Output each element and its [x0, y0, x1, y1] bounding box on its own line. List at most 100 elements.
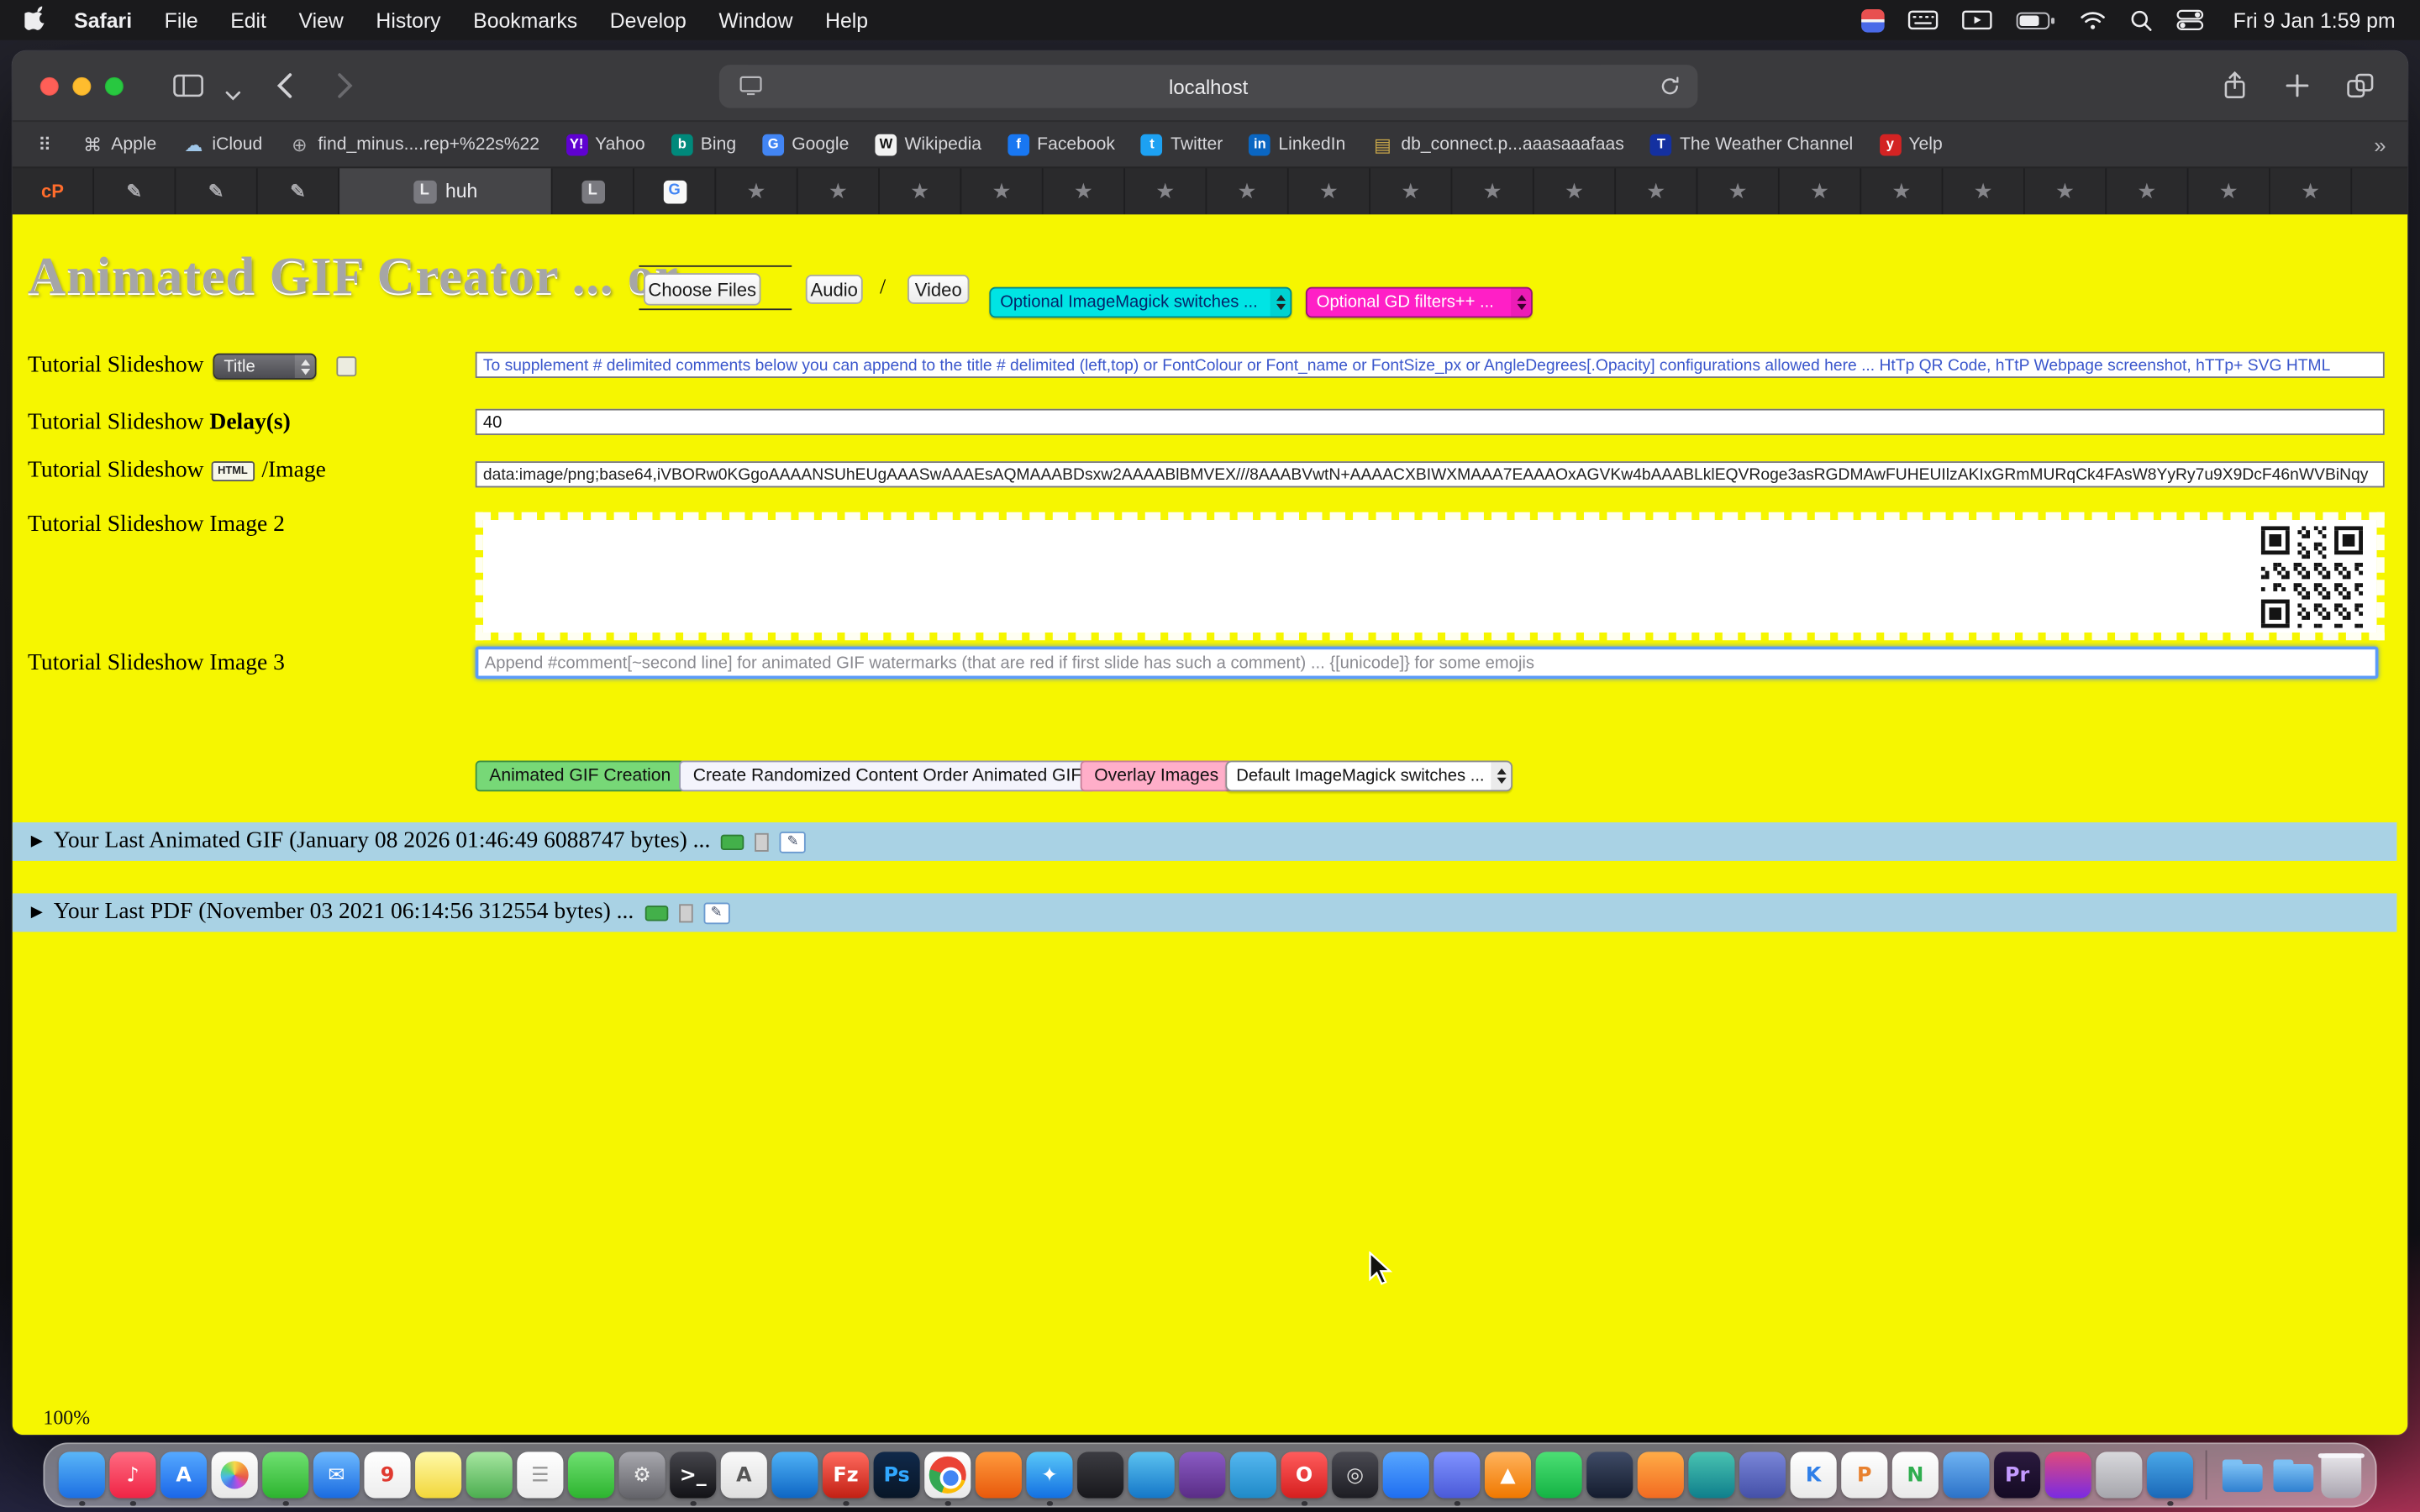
dock-obs[interactable]: ◎ [1332, 1452, 1378, 1498]
tab[interactable]: cP [13, 168, 94, 214]
tab[interactable]: ✎ [94, 168, 176, 214]
disclosure-triangle-icon[interactable]: ▶ [31, 833, 43, 850]
dock-reminders[interactable]: ☰ [517, 1452, 563, 1498]
file-icon[interactable] [679, 903, 693, 921]
tab[interactable]: ★ [1534, 168, 1616, 214]
tab[interactable]: ★ [1125, 168, 1207, 214]
dock-calendar[interactable]: 9 [364, 1452, 410, 1498]
favorite-linkedin[interactable]: inLinkedIn [1249, 134, 1346, 155]
dock-music[interactable]: ♪ [109, 1452, 155, 1498]
tab[interactable]: ★ [1697, 168, 1779, 214]
favorite-apple[interactable]: ⌘Apple [82, 134, 156, 155]
favorites-overflow-chevron[interactable]: » [2374, 132, 2386, 156]
video-button[interactable]: Video [908, 275, 969, 304]
dock-handbrake[interactable] [2096, 1452, 2142, 1498]
tab[interactable]: ★ [880, 168, 961, 214]
favorite-facebook[interactable]: fFacebook [1007, 134, 1115, 155]
tab[interactable]: ★ [798, 168, 880, 214]
gd-filters-select[interactable]: Optional GD filters++ ... [1306, 287, 1533, 318]
tab[interactable]: ★ [2025, 168, 2107, 214]
dock-app-store[interactable]: A [160, 1452, 207, 1498]
tab[interactable]: ★ [2188, 168, 2270, 214]
disclosure-triangle-icon[interactable]: ▶ [31, 904, 43, 921]
dock-github[interactable] [1077, 1452, 1123, 1498]
input-source-icon[interactable] [1907, 8, 1939, 32]
tab[interactable]: L [553, 168, 634, 214]
edit-icon[interactable] [703, 902, 729, 924]
tab[interactable]: ✎ [258, 168, 339, 214]
dock-zoom[interactable] [1383, 1452, 1429, 1498]
dock-system-settings[interactable]: ⚙ [619, 1452, 666, 1498]
screen-mirroring-icon[interactable] [1961, 8, 1992, 32]
wifi-icon[interactable] [2079, 10, 2107, 30]
page-settings-icon[interactable] [739, 76, 763, 100]
menu-window[interactable]: Window [718, 8, 792, 32]
dock-edge[interactable] [1688, 1452, 1734, 1498]
dock-postman[interactable] [1638, 1452, 1684, 1498]
dock-numbers[interactable]: N [1892, 1452, 1939, 1498]
reload-icon[interactable] [1659, 76, 1681, 102]
favorite-twitter[interactable]: tTwitter [1141, 134, 1223, 155]
image-data-uri-input[interactable] [476, 461, 2385, 487]
tab[interactable]: ★ [2270, 168, 2352, 214]
back-button[interactable] [276, 72, 293, 106]
menu-history[interactable]: History [376, 8, 440, 32]
file-icon[interactable] [755, 832, 770, 851]
last-animated-gif-accordion[interactable]: ▶ Your Last Animated GIF (January 08 202… [13, 822, 2397, 861]
favorite-bing[interactable]: bBing [671, 134, 736, 155]
apple-menu-icon[interactable] [24, 5, 46, 36]
menu-file[interactable]: File [165, 8, 198, 32]
animated-gif-creation-button[interactable]: Animated GIF Creation [476, 761, 685, 792]
last-pdf-accordion[interactable]: ▶ Your Last PDF (November 03 2021 06:14:… [13, 893, 2397, 932]
control-center-icon[interactable] [2176, 9, 2204, 31]
menu-develop[interactable]: Develop [610, 8, 687, 32]
dock-safari[interactable]: ✦ [1026, 1452, 1072, 1498]
choose-files-button[interactable]: Choose Files [644, 273, 761, 306]
dock-finder[interactable] [59, 1452, 105, 1498]
edit-icon[interactable] [780, 831, 806, 853]
html-badge-button[interactable]: HTML [212, 461, 254, 481]
favorite-grid[interactable]: ⠿ [34, 134, 55, 155]
tab[interactable]: ★ [961, 168, 1043, 214]
dock-photos[interactable] [212, 1452, 258, 1498]
sidebar-toggle-icon[interactable] [173, 74, 204, 105]
tab[interactable]: ★ [716, 168, 797, 214]
randomized-gif-button[interactable]: Create Randomized Content Order Animated… [679, 761, 1096, 792]
dock-teams[interactable] [1739, 1452, 1786, 1498]
trash-icon[interactable] [2321, 1452, 2361, 1497]
tab[interactable]: ★ [1289, 168, 1370, 214]
documents-folder-icon[interactable] [2270, 1452, 2317, 1498]
battery-icon[interactable] [2016, 10, 2056, 30]
dock-filezilla[interactable]: Fz [823, 1452, 869, 1498]
tab[interactable]: ★ [1861, 168, 1943, 214]
tab[interactable]: ★ [1943, 168, 2024, 214]
tab[interactable]: ★ [2107, 168, 2188, 214]
dock-mail[interactable]: ✉ [313, 1452, 360, 1498]
favorite-yahoo[interactable]: Y!Yahoo [566, 134, 644, 155]
tab[interactable]: ★ [1044, 168, 1125, 214]
favorite-icloud[interactable]: ☁iCloud [183, 134, 263, 155]
menu-help[interactable]: Help [825, 8, 868, 32]
minimize-window-button[interactable] [72, 77, 91, 96]
extension-icon[interactable] [1861, 8, 1885, 32]
close-window-button[interactable] [40, 77, 59, 96]
downloads-folder-icon[interactable] [2219, 1452, 2265, 1498]
audio-button[interactable]: Audio [806, 275, 863, 304]
tab[interactable]: ★ [1207, 168, 1288, 214]
menu-bookmarks[interactable]: Bookmarks [473, 8, 577, 32]
pdf-preview-icon[interactable] [644, 905, 668, 920]
dock-telegram[interactable] [1230, 1452, 1276, 1498]
dock-slack[interactable] [1179, 1452, 1225, 1498]
tab-active[interactable]: Lhuh [339, 168, 552, 214]
image3-comment-input[interactable] [476, 647, 2379, 680]
title-select[interactable]: Title [213, 354, 316, 380]
dock-vlc[interactable]: ▲ [1485, 1452, 1531, 1498]
address-bar[interactable]: localhost [719, 65, 1697, 108]
title-checkbox[interactable] [336, 356, 356, 376]
favorite-google[interactable]: GGoogle [762, 134, 849, 155]
tab[interactable]: ★ [1616, 168, 1697, 214]
dock-opera[interactable]: O [1281, 1452, 1327, 1498]
title-config-input[interactable] [476, 352, 2385, 378]
favorite-wikipedia[interactable]: WWikipedia [876, 134, 981, 155]
dock-photoshop[interactable]: Ps [874, 1452, 920, 1498]
